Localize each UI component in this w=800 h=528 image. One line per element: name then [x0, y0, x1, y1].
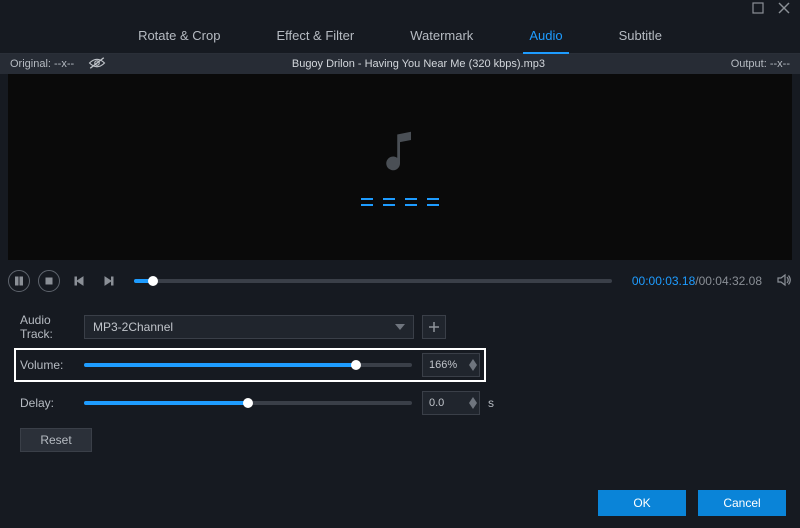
current-time: 00:00:03.18 [632, 274, 695, 288]
info-bar: Original: --x-- Bugoy Drilon - Having Yo… [0, 54, 800, 74]
volume-row: Volume: 166% [16, 350, 484, 380]
volume-label: Volume: [20, 358, 84, 372]
time-display: 00:00:03.18/00:04:32.08 [632, 274, 762, 288]
delay-spinner[interactable]: 0.0 [422, 391, 480, 415]
tab-rotate-crop[interactable]: Rotate & Crop [138, 18, 220, 53]
music-note-icon [383, 129, 417, 176]
output-size-label: Output: --x-- [731, 58, 790, 70]
reset-button[interactable]: Reset [20, 428, 92, 452]
titlebar [0, 0, 800, 18]
footer: OK Cancel [598, 490, 786, 516]
chevron-down-icon [395, 320, 405, 334]
tab-audio[interactable]: Audio [529, 18, 562, 53]
delay-slider[interactable] [84, 401, 412, 405]
chevron-down-icon[interactable] [469, 365, 477, 371]
tab-effect-filter[interactable]: Effect & Filter [276, 18, 354, 53]
tab-subtitle[interactable]: Subtitle [619, 18, 662, 53]
close-icon[interactable] [778, 2, 790, 17]
ok-button[interactable]: OK [598, 490, 686, 516]
delay-row: Delay: 0.0 s [20, 388, 780, 418]
visibility-off-icon[interactable] [88, 57, 106, 72]
add-track-button[interactable] [422, 315, 446, 339]
maximize-icon[interactable] [752, 2, 764, 17]
audio-track-select[interactable]: MP3-2Channel [84, 315, 414, 339]
chevron-down-icon[interactable] [469, 403, 477, 409]
equalizer-icon [361, 198, 439, 206]
pause-button[interactable] [8, 270, 30, 292]
original-size-label: Original: --x-- [10, 58, 74, 70]
transport-bar: 00:00:03.18/00:04:32.08 [8, 266, 792, 296]
audio-track-value: MP3-2Channel [93, 320, 173, 334]
total-time: 00:04:32.08 [699, 274, 762, 288]
stop-button[interactable] [38, 270, 60, 292]
playback-progress[interactable] [134, 279, 612, 283]
next-button[interactable] [98, 270, 120, 292]
delay-label: Delay: [20, 396, 84, 410]
audio-track-row: Audio Track: MP3-2Channel [20, 312, 780, 342]
volume-value: 166% [429, 359, 467, 371]
volume-spinner[interactable]: 166% [422, 353, 480, 377]
tabs-bar: Rotate & Crop Effect & Filter Watermark … [0, 18, 800, 54]
cancel-button[interactable]: Cancel [698, 490, 786, 516]
preview-area [8, 74, 792, 260]
file-title: Bugoy Drilon - Having You Near Me (320 k… [106, 58, 731, 70]
volume-slider[interactable] [84, 363, 412, 367]
prev-button[interactable] [68, 270, 90, 292]
audio-track-label: Audio Track: [20, 313, 84, 341]
tab-watermark[interactable]: Watermark [410, 18, 473, 53]
delay-unit: s [488, 396, 494, 410]
volume-icon[interactable] [776, 272, 792, 291]
delay-value: 0.0 [429, 397, 467, 409]
audio-controls: Audio Track: MP3-2Channel Volume: 166% D… [0, 304, 800, 460]
